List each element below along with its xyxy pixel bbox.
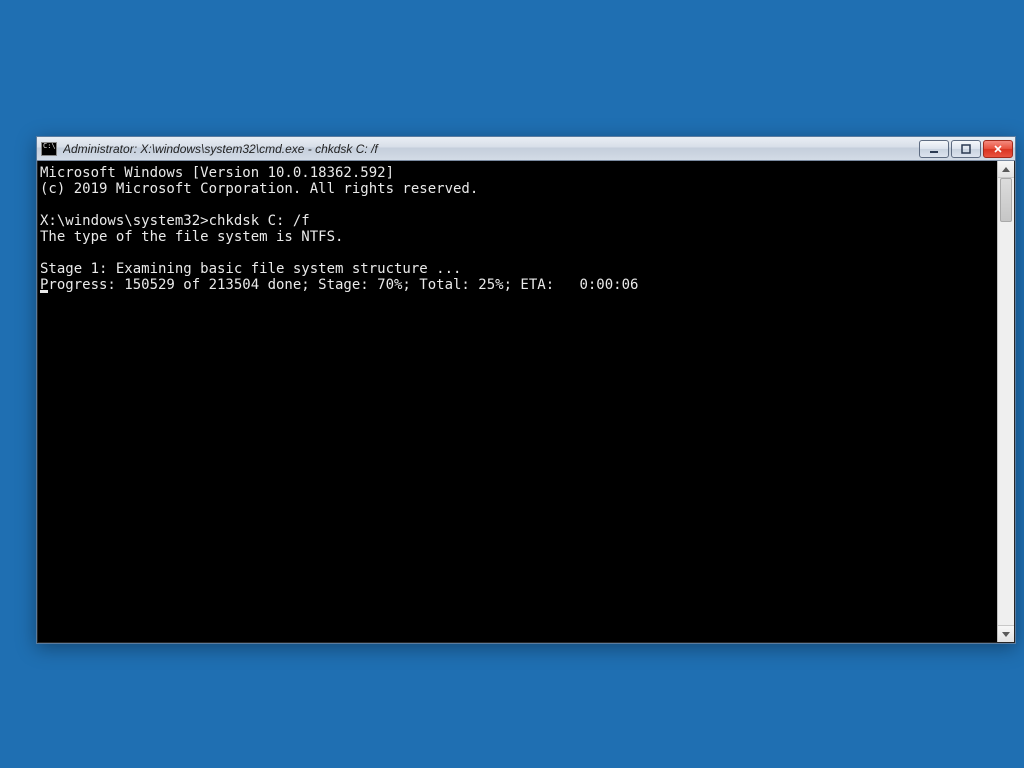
terminal-line: Microsoft Windows [Version 10.0.18362.59… xyxy=(40,165,997,181)
cmd-icon xyxy=(41,142,57,156)
terminal-cursor xyxy=(40,290,48,293)
terminal-line: The type of the file system is NTFS. xyxy=(40,229,997,245)
close-button[interactable] xyxy=(983,140,1013,158)
maximize-button[interactable] xyxy=(951,140,981,158)
terminal-line: (c) 2019 Microsoft Corporation. All righ… xyxy=(40,181,997,197)
scroll-down-button[interactable] xyxy=(998,625,1014,642)
chevron-up-icon xyxy=(1002,167,1010,172)
maximize-icon xyxy=(961,144,971,154)
close-icon xyxy=(993,144,1003,154)
scroll-track[interactable] xyxy=(998,178,1014,625)
window-controls xyxy=(919,140,1013,158)
vertical-scrollbar[interactable] xyxy=(997,161,1014,642)
terminal-line: Stage 1: Examining basic file system str… xyxy=(40,261,997,277)
terminal-line xyxy=(40,197,997,213)
client-area: Microsoft Windows [Version 10.0.18362.59… xyxy=(38,161,1014,642)
terminal-line: Progress: 150529 of 213504 done; Stage: … xyxy=(40,277,997,293)
scroll-up-button[interactable] xyxy=(998,161,1014,178)
minimize-button[interactable] xyxy=(919,140,949,158)
terminal-output[interactable]: Microsoft Windows [Version 10.0.18362.59… xyxy=(38,161,997,642)
window-title: Administrator: X:\windows\system32\cmd.e… xyxy=(63,142,919,156)
cmd-window: Administrator: X:\windows\system32\cmd.e… xyxy=(36,136,1016,644)
chevron-down-icon xyxy=(1002,632,1010,637)
minimize-icon xyxy=(929,144,939,154)
terminal-line: X:\windows\system32>chkdsk C: /f xyxy=(40,213,997,229)
terminal-line xyxy=(40,245,997,261)
titlebar[interactable]: Administrator: X:\windows\system32\cmd.e… xyxy=(37,137,1015,161)
scroll-thumb[interactable] xyxy=(1000,178,1012,222)
